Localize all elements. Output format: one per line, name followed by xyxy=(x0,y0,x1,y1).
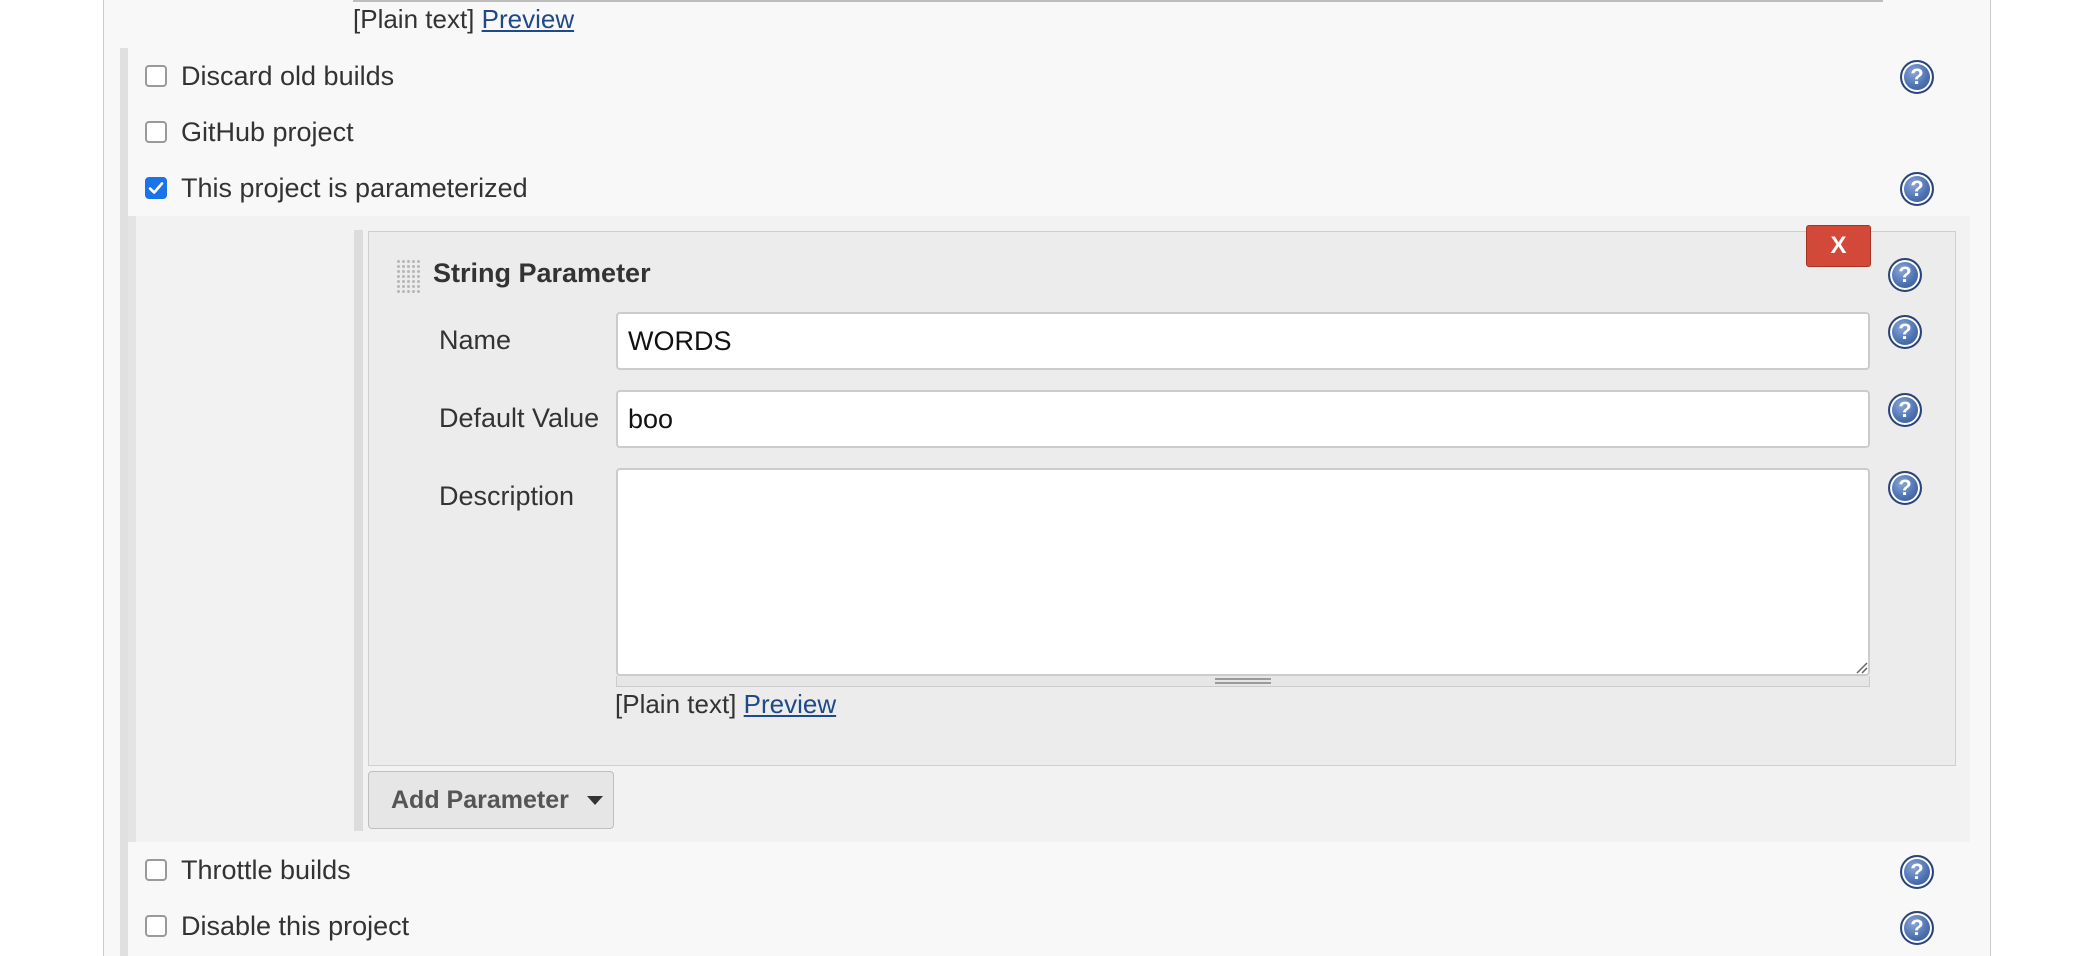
discard-old-builds-checkbox[interactable] xyxy=(145,65,167,87)
help-icon[interactable]: ? xyxy=(1900,855,1934,889)
string-parameter-title: String Parameter xyxy=(433,258,651,288)
markup-format-label: [Plain text] xyxy=(615,689,737,719)
checkmark-icon xyxy=(148,182,164,194)
delete-parameter-button[interactable]: X xyxy=(1806,225,1871,267)
parameterized-option[interactable]: This project is parameterized xyxy=(145,168,528,208)
resize-grip-icon[interactable] xyxy=(1854,660,1868,674)
textarea-resize-handle[interactable] xyxy=(1215,678,1271,684)
name-label: Name xyxy=(439,325,512,355)
description-textarea[interactable] xyxy=(616,468,1870,676)
name-input[interactable] xyxy=(616,312,1870,370)
throttle-builds-label: Throttle builds xyxy=(181,854,351,885)
preview-link[interactable]: Preview xyxy=(744,689,836,719)
parameterized-checkbox[interactable] xyxy=(145,177,167,199)
help-icon[interactable]: ? xyxy=(1900,60,1934,94)
project-description-markup: [Plain text] Preview xyxy=(353,3,574,35)
parameterized-label: This project is parameterized xyxy=(181,172,528,203)
caret-down-icon xyxy=(586,795,603,805)
throttle-builds-option[interactable]: Throttle builds xyxy=(145,850,351,890)
add-parameter-button[interactable]: Add Parameter xyxy=(368,771,614,829)
section-indent-bar xyxy=(120,48,128,956)
discard-old-builds-label: Discard old builds xyxy=(181,60,395,91)
preview-link[interactable]: Preview xyxy=(482,4,574,34)
optional-block-bar xyxy=(128,216,136,842)
add-parameter-label: Add Parameter xyxy=(391,785,569,814)
drag-handle-icon[interactable] xyxy=(396,259,420,293)
repeated-chunk-bar xyxy=(354,230,363,831)
github-project-label: GitHub project xyxy=(181,116,354,147)
help-icon[interactable]: ? xyxy=(1888,258,1922,292)
description-markup: [Plain text] Preview xyxy=(615,688,836,720)
throttle-builds-checkbox[interactable] xyxy=(145,859,167,881)
default-value-input[interactable] xyxy=(616,390,1870,448)
help-icon[interactable]: ? xyxy=(1888,315,1922,349)
textarea-bottom-edge xyxy=(353,0,1883,2)
description-label: Description xyxy=(439,481,575,511)
disable-project-option[interactable]: Disable this project xyxy=(145,906,409,946)
discard-old-builds-option[interactable]: Discard old builds xyxy=(145,56,394,96)
github-project-option[interactable]: GitHub project xyxy=(145,112,354,152)
help-icon[interactable]: ? xyxy=(1900,911,1934,945)
default-value-label: Default Value xyxy=(439,403,600,433)
help-icon[interactable]: ? xyxy=(1900,172,1934,206)
help-icon[interactable]: ? xyxy=(1888,471,1922,505)
markup-format-label: [Plain text] xyxy=(353,4,475,34)
github-project-checkbox[interactable] xyxy=(145,121,167,143)
disable-project-label: Disable this project xyxy=(181,910,410,941)
disable-project-checkbox[interactable] xyxy=(145,915,167,937)
help-icon[interactable]: ? xyxy=(1888,393,1922,427)
